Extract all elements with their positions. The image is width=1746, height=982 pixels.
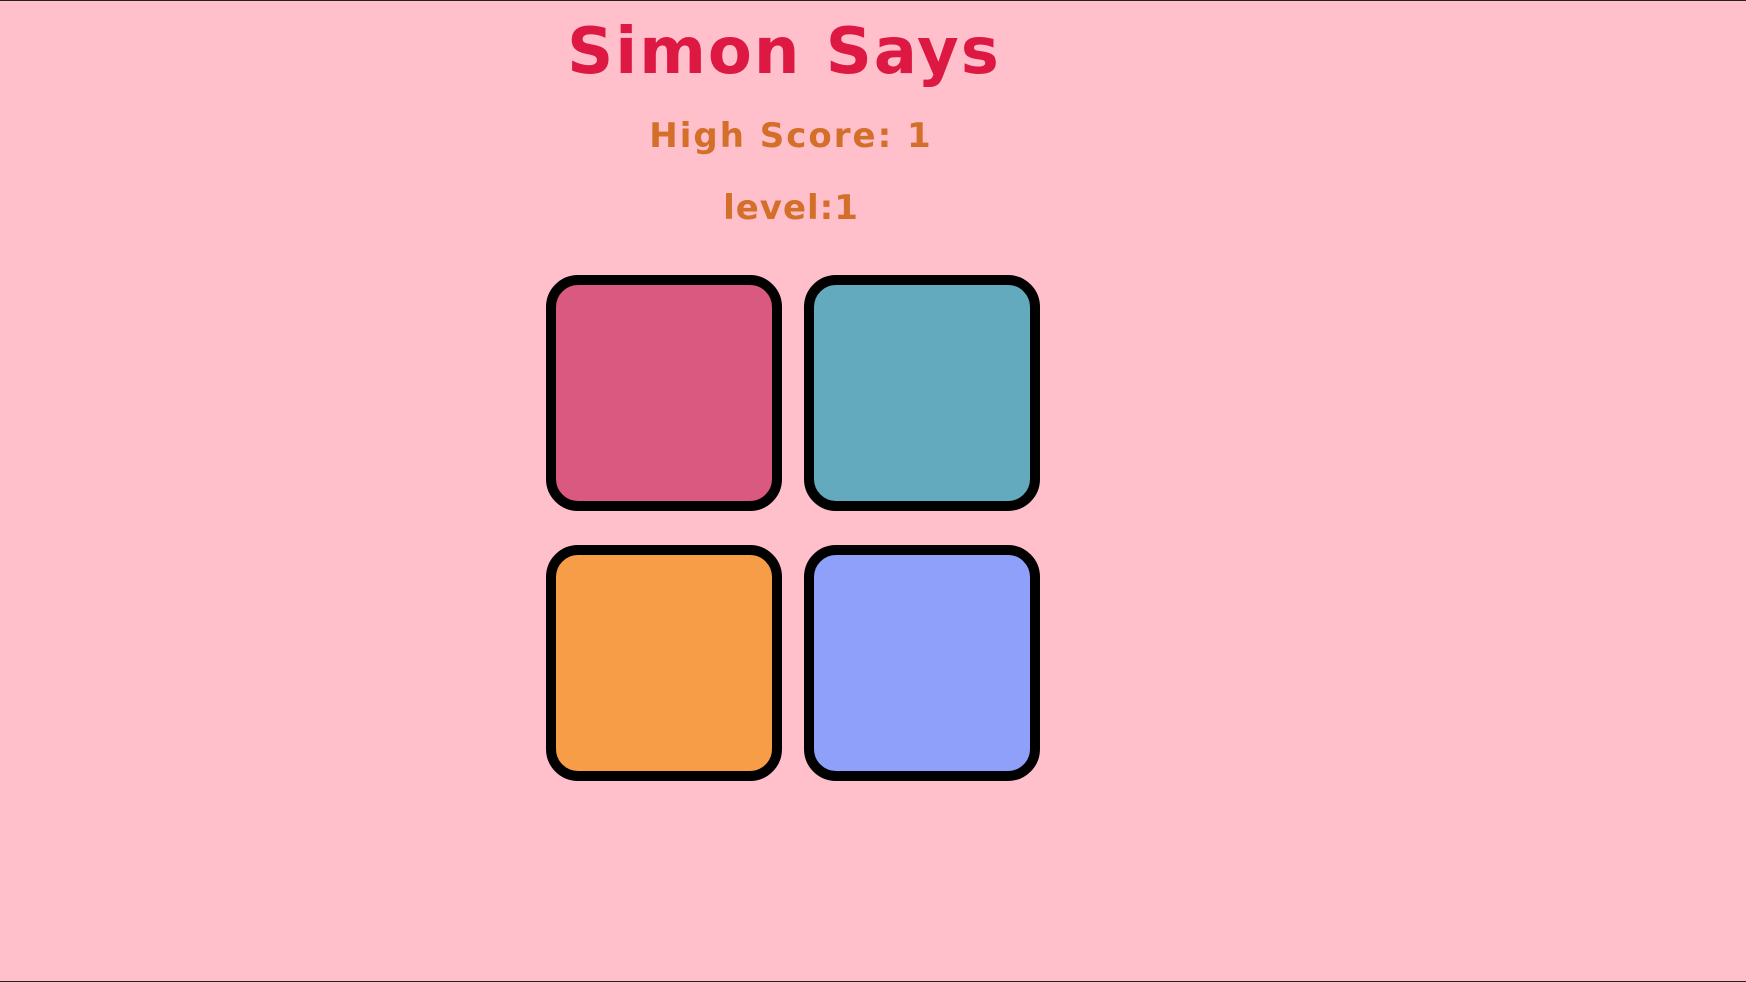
blue-pad-button[interactable] <box>804 545 1040 781</box>
orange-pad-button[interactable] <box>546 545 782 781</box>
level-label: level:1 <box>723 188 859 228</box>
high-score-label: High Score: 1 <box>649 116 933 156</box>
teal-pad-button[interactable] <box>804 275 1040 511</box>
game-title: Simon Says <box>567 15 1001 89</box>
red-pad-button[interactable] <box>546 275 782 511</box>
